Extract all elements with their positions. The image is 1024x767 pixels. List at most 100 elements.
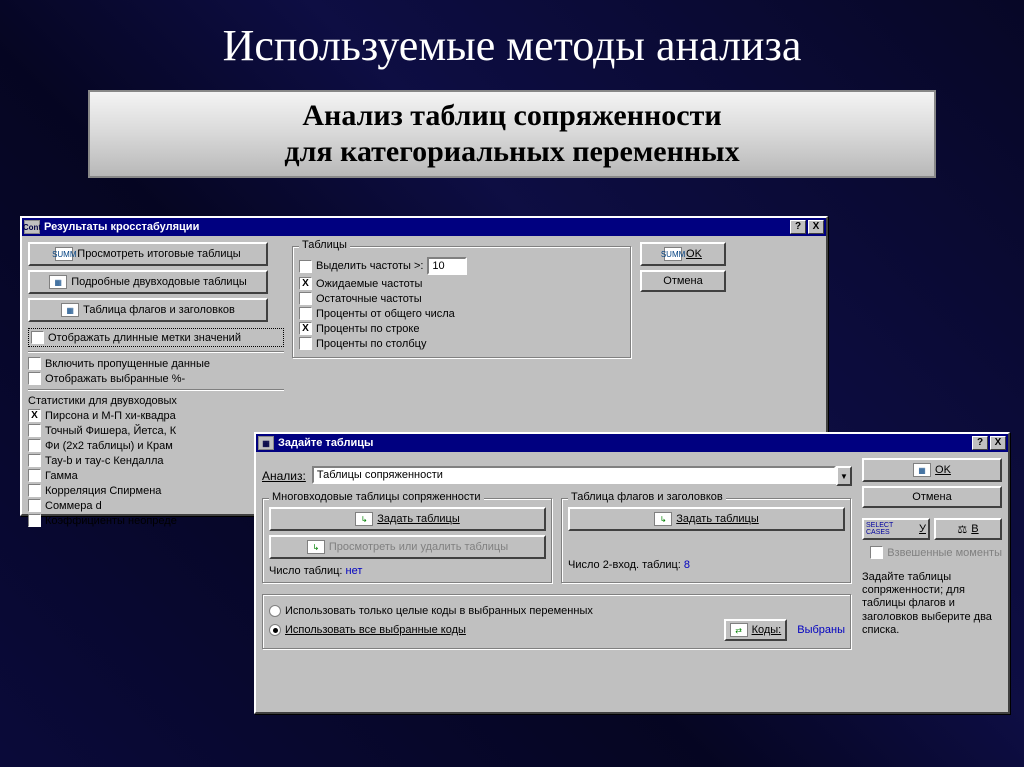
dropdown-value: Таблицы сопряженности <box>312 466 836 484</box>
close-button[interactable]: X <box>990 436 1006 450</box>
detailed-tables-button[interactable]: ▦ Подробные двувходовые таблицы <box>28 270 268 294</box>
ok-button[interactable]: SUMM OK <box>640 242 726 266</box>
flags-table-button[interactable]: ▦ Таблица флагов и заголовков <box>28 298 268 322</box>
stats-header: Статистики для двувходовых <box>28 395 284 407</box>
group-legend: Многовходовые таблицы сопряженности <box>269 491 484 503</box>
tbl-count-label: Число таблиц: <box>269 565 342 577</box>
checkbox-label: Взвешенные моменты <box>887 547 1002 559</box>
checkbox-label: Выделить частоты >: <box>316 260 423 272</box>
pct-col-checkbox[interactable] <box>299 337 312 350</box>
chevron-down-icon[interactable]: ▼ <box>836 466 852 486</box>
spearman-checkbox[interactable] <box>28 484 41 497</box>
show-selected-checkbox[interactable] <box>28 372 41 385</box>
pct-total-checkbox[interactable] <box>299 307 312 320</box>
ok-button[interactable]: ▦ OK <box>862 458 1002 482</box>
codes-icon: ⇄ <box>730 623 748 637</box>
highlight-freq-input[interactable] <box>427 257 467 275</box>
titlebar: ▦ Задайте таблицы ? X <box>256 434 1008 452</box>
vars-icon: ↳ <box>355 512 373 526</box>
checkbox-label: Включить пропущенные данные <box>45 358 210 370</box>
codes-value: Выбраны <box>797 624 845 636</box>
checkbox-label: Точный Фишера, Йетса, К <box>45 425 176 437</box>
fisher-checkbox[interactable] <box>28 424 41 437</box>
checkbox-label: Ожидаемые частоты <box>316 278 422 290</box>
set-tables-window: ▦ Задайте таблицы ? X Анализ: Таблицы со… <box>254 432 1010 714</box>
btn-label: Просмотреть итоговые таблицы <box>77 248 240 260</box>
radio-label: Использовать все выбранные коды <box>285 624 466 636</box>
subtitle-box: Анализ таблиц сопряженности для категори… <box>88 90 936 178</box>
btn-label: Задать таблицы <box>676 513 759 525</box>
grid-icon: ▦ <box>61 303 79 317</box>
checkbox-label: Гамма <box>45 470 78 482</box>
weight-icon: ⚖ <box>957 523 967 536</box>
vars-icon: ↳ <box>654 512 672 526</box>
summary-icon: SUMM <box>664 247 682 261</box>
checkbox-label: Проценты от общего числа <box>316 308 455 320</box>
btn-label: Отмена <box>663 275 702 287</box>
titlebar: Cont Результаты кросстабуляции ? X <box>22 218 826 236</box>
subtitle-line2: для категориальных переменных <box>100 134 924 170</box>
btn-label: У <box>919 523 926 535</box>
sommer-checkbox[interactable] <box>28 499 41 512</box>
btn-label: Задать таблицы <box>377 513 460 525</box>
group-legend: Таблицы <box>299 239 350 251</box>
btn-label: OK <box>686 248 702 260</box>
window-title: Задайте таблицы <box>278 437 970 449</box>
b-button[interactable]: ⚖ B <box>934 518 1002 540</box>
codes-button[interactable]: ⇄ Коды: <box>724 619 788 641</box>
checkbox-label: Пирсона и М-П хи-квадра <box>45 410 176 422</box>
checkbox-label: Соммера d <box>45 500 102 512</box>
coef-checkbox[interactable] <box>28 514 41 527</box>
expected-checkbox[interactable]: X <box>299 277 312 290</box>
pearson-checkbox[interactable]: X <box>28 409 41 422</box>
phi-checkbox[interactable] <box>28 439 41 452</box>
close-button[interactable]: X <box>808 220 824 234</box>
help-button[interactable]: ? <box>972 436 988 450</box>
view-summary-button[interactable]: SUMM Просмотреть итоговые таблицы <box>28 242 268 266</box>
analysis-dropdown[interactable]: Таблицы сопряженности ▼ <box>312 466 852 486</box>
int-codes-radio[interactable] <box>269 605 281 617</box>
select-cases-icon: SELECT CASES <box>866 522 915 536</box>
help-text: Задайте таблицы сопряженности; для табли… <box>862 571 1002 637</box>
include-missing-checkbox[interactable] <box>28 357 41 370</box>
checkbox-label: Тау-b и тау-c Кендалла <box>45 455 163 467</box>
highlight-freq-checkbox[interactable] <box>299 260 312 273</box>
set-tables2-button[interactable]: ↳ Задать таблицы <box>568 507 845 531</box>
set-tables-button[interactable]: ↳ Задать таблицы <box>269 507 546 531</box>
app-icon: Cont <box>24 220 40 234</box>
cancel-button[interactable]: Отмена <box>862 486 1002 508</box>
window-title: Результаты кросстабуляции <box>44 221 788 233</box>
view-delete-button[interactable]: ↳ Просмотреть или удалить таблицы <box>269 535 546 559</box>
gamma-checkbox[interactable] <box>28 469 41 482</box>
checkbox-label: Остаточные частоты <box>316 293 422 305</box>
tau-checkbox[interactable] <box>28 454 41 467</box>
multiway-groupbox: Многовходовые таблицы сопряженности ↳ За… <box>262 498 553 584</box>
all-codes-radio[interactable] <box>269 624 281 636</box>
residual-checkbox[interactable] <box>299 292 312 305</box>
btn-label: Просмотреть или удалить таблицы <box>329 541 508 553</box>
app-icon: ▦ <box>258 436 274 450</box>
help-button[interactable]: ? <box>790 220 806 234</box>
checkbox-label: Проценты по строке <box>316 323 419 335</box>
checkbox-label: Корреляция Спирмена <box>45 485 161 497</box>
pct-row-checkbox[interactable]: X <box>299 322 312 335</box>
cancel-button[interactable]: Отмена <box>640 270 726 292</box>
select-cases-button[interactable]: SELECT CASES У <box>862 518 930 540</box>
tables-groupbox: Таблицы Выделить частоты >: XОжидаемые ч… <box>292 246 632 359</box>
twoway-label: Число 2-вход. таблиц: <box>568 559 681 571</box>
checkbox-label: Коэффициенты неопреде <box>45 515 177 527</box>
codes-groupbox: Использовать только целые коды в выбранн… <box>262 594 852 650</box>
grid-icon: ▦ <box>49 275 67 289</box>
weighted-checkbox[interactable] <box>870 546 883 559</box>
checkbox-label: Отображать выбранные %- <box>45 373 185 385</box>
ok-icon: ▦ <box>913 463 931 477</box>
checkbox-label: Фи (2x2 таблицы) и Крам <box>45 440 173 452</box>
group-legend: Таблица флагов и заголовков <box>568 491 726 503</box>
btn-label: Коды: <box>752 624 782 636</box>
btn-label: Таблица флагов и заголовков <box>83 304 235 316</box>
flags-groupbox: Таблица флагов и заголовков ↳ Задать таб… <box>561 498 852 584</box>
analysis-label: Анализ: <box>262 469 306 483</box>
long-labels-checkbox[interactable] <box>31 331 44 344</box>
btn-label: Подробные двувходовые таблицы <box>71 276 247 288</box>
vars-icon: ↳ <box>307 540 325 554</box>
